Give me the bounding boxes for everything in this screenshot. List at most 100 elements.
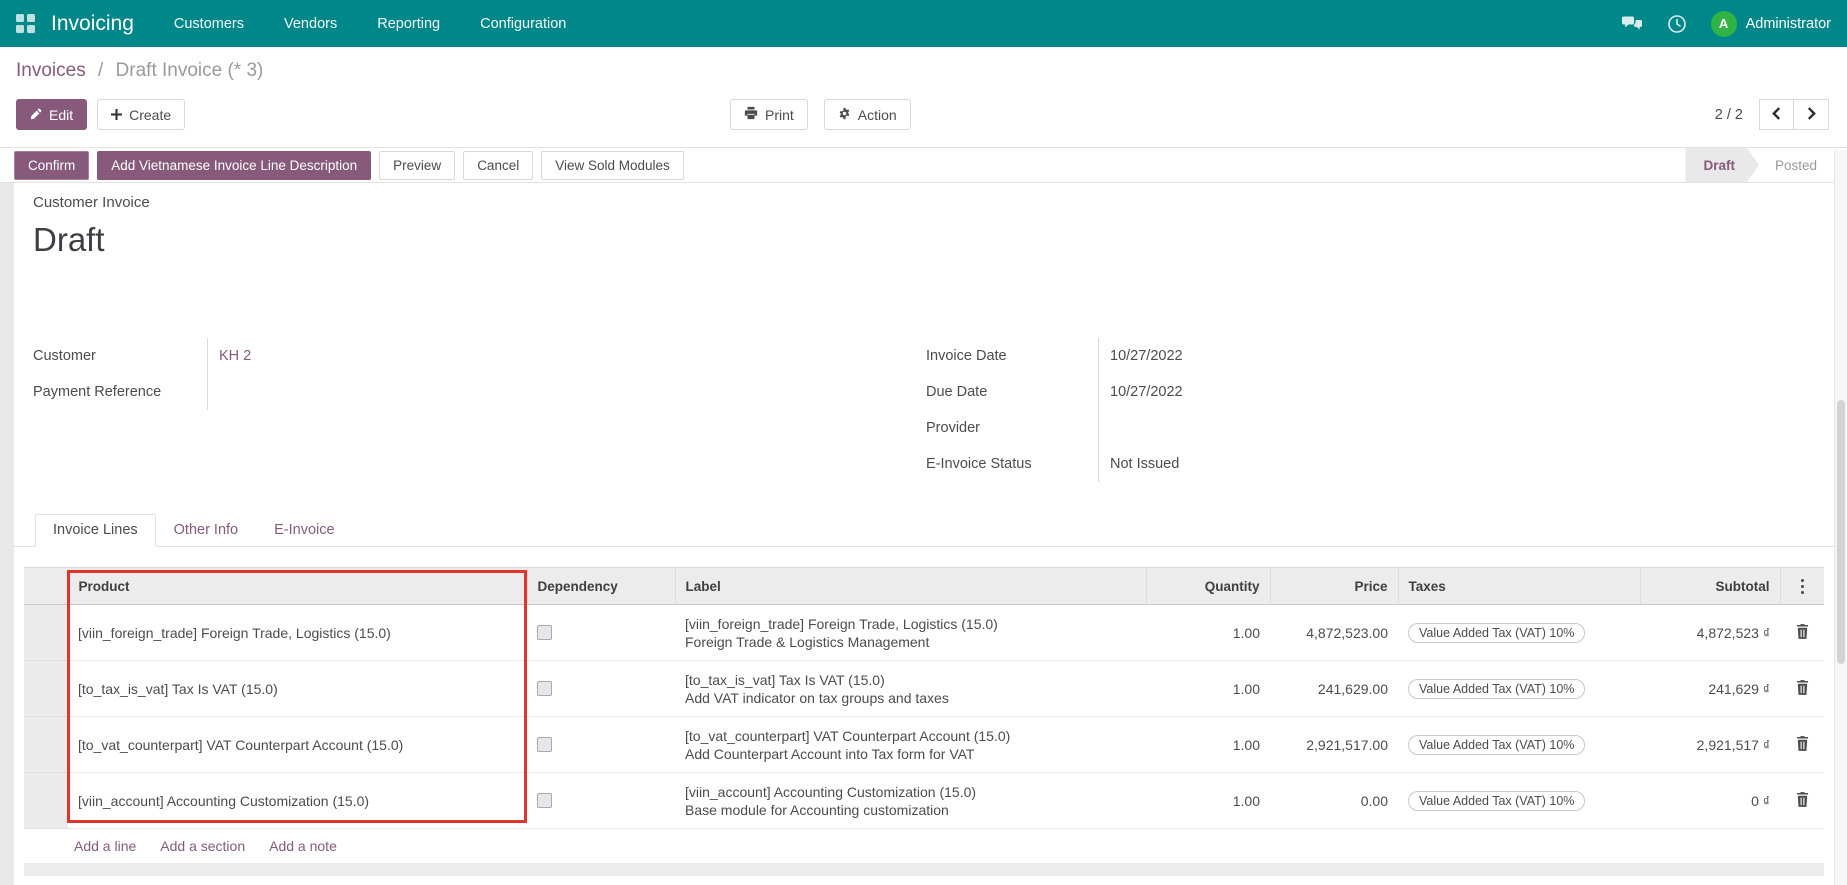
pager-previous-button[interactable] xyxy=(1759,99,1794,130)
delete-row-button[interactable] xyxy=(1790,679,1814,698)
label-line-2: Base module for Accounting customization xyxy=(685,801,949,818)
quantity-cell[interactable]: 1.00 xyxy=(1146,604,1270,661)
field-provider: Provider xyxy=(926,410,1528,446)
price-cell[interactable]: 4,872,523.00 xyxy=(1270,604,1398,661)
control-panel: Invoices / Draft Invoice (* 3) Edit Crea… xyxy=(0,47,1847,147)
user-avatar[interactable]: A xyxy=(1710,10,1737,37)
add-a-note-link[interactable]: Add a note xyxy=(269,838,337,854)
dependency-checkbox[interactable] xyxy=(537,793,552,808)
product-cell[interactable]: [to_tax_is_vat] Tax Is VAT (15.0) xyxy=(68,660,527,717)
tab-invoice-lines[interactable]: Invoice Lines xyxy=(35,514,156,547)
breadcrumb-current: Draft Invoice (* 3) xyxy=(115,60,264,81)
taxes-column-header: Taxes xyxy=(1398,567,1641,605)
product-cell[interactable]: [to_vat_counterpart] VAT Counterpart Acc… xyxy=(68,716,527,773)
print-button[interactable]: Print xyxy=(730,99,808,130)
add-vietnamese-invoice-line-description-button[interactable]: Add Vietnamese Invoice Line Description xyxy=(97,150,372,180)
tab-other-info[interactable]: Other Info xyxy=(156,514,256,547)
gear-icon xyxy=(838,107,851,123)
invoice-lines-table: Product Dependency Label Quantity Price … xyxy=(24,567,1824,829)
scrollbar-thumb[interactable] xyxy=(1837,399,1845,665)
action-button[interactable]: Action xyxy=(823,99,911,130)
customer-value[interactable]: KH 2 xyxy=(207,338,747,374)
price-column-header: Price xyxy=(1270,567,1399,605)
preview-button[interactable]: Preview xyxy=(379,150,456,180)
scrollbar-track[interactable] xyxy=(1834,150,1847,885)
label-cell[interactable]: [viin_account] Accounting Customization … xyxy=(675,772,1146,829)
invoicing-app-screen: Invoicing Customers Vendors Reporting Co… xyxy=(0,0,1847,885)
price-cell[interactable]: 0.00 xyxy=(1270,772,1398,829)
tax-badge: Value Added Tax (VAT) 10% xyxy=(1408,734,1586,755)
menu-configuration[interactable]: Configuration xyxy=(480,16,566,32)
table-row: [viin_account] Accounting Customization … xyxy=(24,772,1824,829)
menu-reporting[interactable]: Reporting xyxy=(377,16,440,32)
field-customer: Customer KH 2 xyxy=(33,338,747,374)
tab-e-invoice[interactable]: E-Invoice xyxy=(256,514,352,547)
add-a-section-link[interactable]: Add a section xyxy=(160,838,245,854)
user-menu[interactable]: A Administrator xyxy=(1710,10,1831,37)
activities-clock-icon[interactable] xyxy=(1667,14,1687,34)
due-date-label: Due Date xyxy=(926,384,988,400)
optional-columns-header xyxy=(1780,567,1824,605)
tax-badge: Value Added Tax (VAT) 10% xyxy=(1408,622,1586,643)
dependency-checkbox[interactable] xyxy=(537,625,552,640)
provider-value xyxy=(1098,410,1528,446)
delete-row-button[interactable] xyxy=(1790,623,1814,642)
dependency-checkbox[interactable] xyxy=(537,737,552,752)
breadcrumb: Invoices / Draft Invoice (* 3) xyxy=(16,60,263,82)
sheet-left-gutter xyxy=(0,183,14,885)
view-sold-modules-button[interactable]: View Sold Modules xyxy=(541,150,684,180)
trash-icon xyxy=(1796,679,1809,698)
quantity-cell[interactable]: 1.00 xyxy=(1146,716,1270,773)
dependency-column-header: Dependency xyxy=(527,567,676,605)
document-type-label: Customer Invoice xyxy=(33,194,150,211)
einvoice-status-value: Not Issued xyxy=(1098,446,1528,482)
field-einvoice-status: E-Invoice Status Not Issued xyxy=(926,446,1528,482)
customer-label: Customer xyxy=(33,348,96,364)
messages-icon[interactable] xyxy=(1621,15,1643,32)
payment-reference-value xyxy=(207,374,747,410)
plus-icon xyxy=(111,107,123,123)
breadcrumb-invoices[interactable]: Invoices xyxy=(16,60,86,81)
table-bottom-strip xyxy=(24,863,1824,876)
menu-vendors[interactable]: Vendors xyxy=(284,16,337,32)
dependency-checkbox[interactable] xyxy=(537,681,552,696)
row-handle xyxy=(24,604,68,661)
menu-customers[interactable]: Customers xyxy=(174,16,244,32)
delete-row-button[interactable] xyxy=(1790,735,1814,754)
status-widget: Draft Posted xyxy=(1685,148,1833,182)
invoice-date-value: 10/27/2022 xyxy=(1098,338,1528,374)
field-group-left: Customer KH 2 Payment Reference xyxy=(33,338,747,410)
apps-grid-icon[interactable] xyxy=(16,14,35,33)
edit-button[interactable]: Edit xyxy=(16,99,88,130)
create-button[interactable]: Create xyxy=(97,99,186,130)
product-cell[interactable]: [viin_account] Accounting Customization … xyxy=(68,772,527,829)
price-cell[interactable]: 241,629.00 xyxy=(1270,660,1398,717)
user-name: Administrator xyxy=(1745,15,1831,32)
label-line-1: [to_vat_counterpart] VAT Counterpart Acc… xyxy=(685,727,1011,744)
status-posted[interactable]: Posted xyxy=(1759,148,1833,182)
cancel-button[interactable]: Cancel xyxy=(463,150,534,180)
quantity-cell[interactable]: 1.00 xyxy=(1146,772,1270,829)
add-a-line-link[interactable]: Add a line xyxy=(74,838,136,854)
status-draft[interactable]: Draft xyxy=(1685,148,1759,182)
table-footer-links: Add a line Add a section Add a note xyxy=(74,838,1824,854)
field-group-right: Invoice Date 10/27/2022 Due Date 10/27/2… xyxy=(926,338,1528,482)
handle-column-header xyxy=(24,567,69,605)
subtotal-cell: 241,629 ₫ xyxy=(1640,660,1780,717)
price-cell[interactable]: 2,921,517.00 xyxy=(1270,716,1398,773)
quantity-column-header: Quantity xyxy=(1146,567,1271,605)
pager-next-button[interactable] xyxy=(1794,99,1829,130)
label-cell[interactable]: [viin_foreign_trade] Foreign Trade, Logi… xyxy=(675,604,1146,661)
delete-row-button[interactable] xyxy=(1790,791,1814,810)
label-cell[interactable]: [to_tax_is_vat] Tax Is VAT (15.0) Add VA… xyxy=(675,660,1146,717)
label-cell[interactable]: [to_vat_counterpart] VAT Counterpart Acc… xyxy=(675,716,1146,773)
optional-columns-toggle-icon[interactable] xyxy=(1791,568,1815,604)
label-column-header: Label xyxy=(675,567,1147,605)
confirm-button[interactable]: Confirm xyxy=(14,150,90,180)
quantity-cell[interactable]: 1.00 xyxy=(1146,660,1270,717)
provider-label: Provider xyxy=(926,420,980,436)
product-cell[interactable]: [viin_foreign_trade] Foreign Trade, Logi… xyxy=(68,604,527,661)
label-line-2: Add Counterpart Account into Tax form fo… xyxy=(685,745,975,762)
app-name[interactable]: Invoicing xyxy=(51,12,134,36)
row-handle xyxy=(24,716,68,773)
